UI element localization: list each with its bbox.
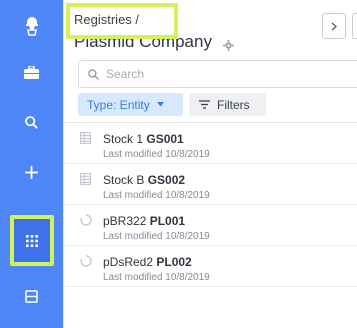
breadcrumb[interactable]: Registries / bbox=[74, 12, 139, 27]
layout-icon[interactable] bbox=[0, 272, 63, 320]
search-icon bbox=[88, 68, 99, 80]
entity-name: pDsRed2 PL002 bbox=[103, 255, 192, 269]
entity-name-text: Stock 1 bbox=[103, 132, 144, 146]
entity-name-text: pDsRed2 bbox=[103, 255, 154, 269]
last-modified: Last modified 10/8/2019 bbox=[103, 190, 210, 201]
table-icon bbox=[80, 131, 91, 149]
list-item[interactable]: pBR322 PL001 Last modified 10/8/2019 bbox=[64, 205, 357, 246]
entity-name: pBR322 PL001 bbox=[103, 214, 185, 228]
filters-label: Filters bbox=[217, 97, 250, 112]
plasmid-icon bbox=[80, 254, 92, 272]
entity-id: GS001 bbox=[146, 132, 184, 146]
type-filter-dropdown[interactable]: Type: Entity bbox=[78, 93, 183, 116]
search-input[interactable] bbox=[106, 67, 306, 81]
entity-list: Stock 1 GS001 Last modified 10/8/2019 St… bbox=[64, 123, 357, 287]
search-icon[interactable] bbox=[0, 98, 63, 146]
logo-icon[interactable] bbox=[0, 2, 63, 50]
search-field[interactable] bbox=[78, 60, 357, 88]
last-modified: Last modified 10/8/2019 bbox=[103, 149, 210, 160]
entity-name: Stock B GS002 bbox=[103, 173, 185, 187]
last-modified: Last modified 10/8/2019 bbox=[103, 231, 210, 242]
grid-icon[interactable] bbox=[10, 215, 54, 266]
sidebar bbox=[0, 0, 63, 328]
filters-button[interactable]: Filters bbox=[189, 93, 266, 116]
last-modified: Last modified 10/8/2019 bbox=[103, 272, 210, 283]
next-button[interactable] bbox=[352, 13, 357, 39]
entity-name-text: Stock B bbox=[103, 173, 145, 187]
plus-icon[interactable] bbox=[0, 148, 63, 196]
entity-id: PL002 bbox=[156, 255, 192, 269]
filter-icon bbox=[199, 100, 210, 109]
page-header: Plasmid Company Registries / Type: Entit… bbox=[64, 0, 357, 122]
caret-down-icon bbox=[156, 102, 164, 107]
expand-button[interactable] bbox=[322, 13, 346, 39]
chevron-right-icon bbox=[331, 21, 337, 31]
type-filter-label: Type: Entity bbox=[87, 97, 150, 112]
list-item[interactable]: Stock 1 GS001 Last modified 10/8/2019 bbox=[64, 123, 357, 164]
table-icon bbox=[80, 172, 91, 190]
list-item[interactable]: pDsRed2 PL002 Last modified 10/8/2019 bbox=[64, 246, 357, 287]
briefcase-icon[interactable] bbox=[0, 48, 63, 96]
entity-id: PL001 bbox=[149, 214, 186, 228]
breadcrumb-highlight: Registries / bbox=[66, 3, 178, 39]
entity-name-text: pBR322 bbox=[103, 214, 147, 228]
plasmid-icon bbox=[80, 213, 92, 231]
entity-name: Stock 1 GS001 bbox=[103, 132, 184, 146]
entity-id: GS002 bbox=[147, 173, 186, 187]
list-item[interactable]: Stock B GS002 Last modified 10/8/2019 bbox=[64, 164, 357, 205]
gear-icon[interactable] bbox=[223, 38, 234, 56]
